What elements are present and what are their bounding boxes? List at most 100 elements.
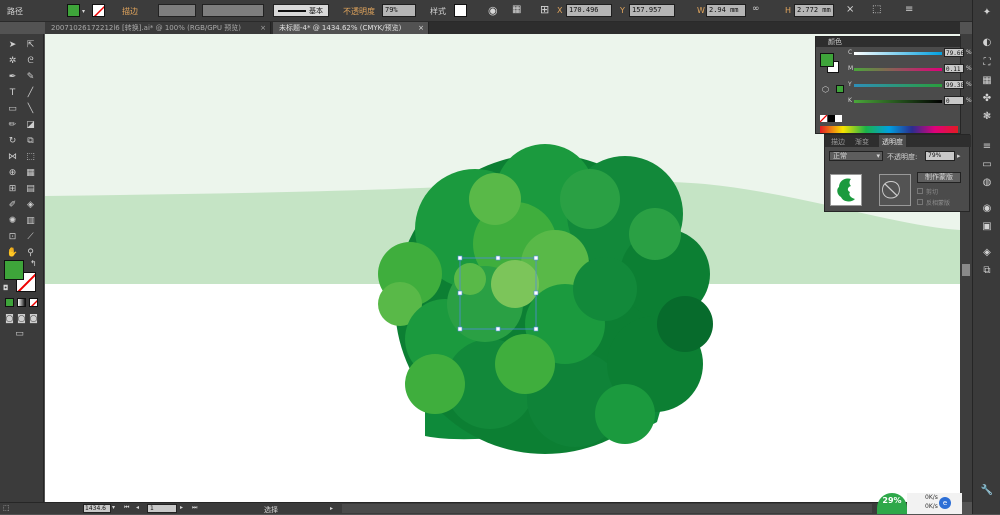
- black-swatch[interactable]: [828, 115, 835, 122]
- close-icon[interactable]: ×: [418, 22, 424, 34]
- out-of-gamut-icon[interactable]: ⬡: [822, 85, 829, 94]
- curvature-icon[interactable]: ✎: [24, 71, 37, 83]
- x-field[interactable]: 170.496: [566, 4, 612, 17]
- y-field[interactable]: 157.957: [629, 4, 675, 17]
- opacity-field[interactable]: 79%: [382, 4, 416, 17]
- status-chevron-icon[interactable]: ▸: [330, 505, 333, 512]
- brushes-icon[interactable]: ✤: [980, 92, 994, 105]
- menu-icon[interactable]: ≡: [905, 4, 913, 15]
- tab-document-1[interactable]: 20071026172212l6 [转换].ai* @ 100% (RGB/GP…: [45, 22, 271, 34]
- line-tool-icon[interactable]: ╱: [24, 87, 37, 99]
- lasso-icon[interactable]: ᘓ: [24, 55, 37, 67]
- tab-gradient[interactable]: 渐变: [855, 137, 869, 147]
- opacity-field[interactable]: 79%: [925, 151, 955, 161]
- pencil-icon[interactable]: ✏: [6, 119, 19, 131]
- default-colors-icon[interactable]: ◘: [3, 284, 9, 292]
- tab-transparency[interactable]: 透明度: [879, 135, 906, 147]
- layer-thumbnail[interactable]: [830, 174, 862, 206]
- cyan-slider[interactable]: [854, 52, 942, 55]
- color-guide-icon[interactable]: ⛶: [980, 56, 994, 69]
- invert-mask-checkbox[interactable]: [917, 199, 923, 205]
- shape-builder-icon[interactable]: ⊕: [6, 167, 19, 179]
- black-slider[interactable]: [854, 100, 942, 103]
- none-swatch[interactable]: [820, 115, 827, 122]
- eraser-icon[interactable]: ◪: [24, 119, 37, 131]
- reference-point-icon[interactable]: ⊞: [540, 3, 549, 16]
- artboards-icon[interactable]: ⧉: [980, 264, 994, 277]
- artboard-number-field[interactable]: 1: [147, 504, 177, 513]
- color-spectrum[interactable]: [820, 126, 958, 133]
- stroke-swatch[interactable]: [92, 4, 105, 17]
- first-artboard-icon[interactable]: ⏮: [124, 504, 129, 512]
- slice-tool-icon[interactable]: ⟋: [24, 231, 37, 243]
- none-mode-icon[interactable]: [29, 298, 38, 307]
- isolate-icon[interactable]: ⬚: [872, 4, 881, 15]
- status-menu-icon[interactable]: ⬚: [3, 504, 10, 512]
- magenta-value[interactable]: 0.11: [944, 64, 964, 73]
- tab-stroke[interactable]: 描边: [831, 137, 845, 147]
- zoom-field[interactable]: 1434.6: [83, 504, 111, 513]
- rotate-icon[interactable]: ↻: [6, 135, 19, 147]
- clip-checkbox[interactable]: [917, 188, 923, 194]
- network-speed-widget[interactable]: 0K/s 0K/s: [907, 493, 962, 514]
- column-graph-icon[interactable]: ▥: [24, 215, 37, 227]
- yellow-slider[interactable]: [854, 84, 942, 87]
- pen-tool-icon[interactable]: ✒: [6, 71, 19, 83]
- swatches-icon[interactable]: ▦: [980, 74, 994, 87]
- type-tool-icon[interactable]: T: [6, 87, 19, 99]
- yellow-value[interactable]: 99.38: [944, 80, 964, 89]
- gamut-swatch[interactable]: [836, 85, 844, 93]
- tab-document-2[interactable]: 未标题-4* @ 1434.62% (CMYK/预览) ×: [273, 22, 429, 34]
- opacity-label[interactable]: 不透明度: [343, 6, 375, 17]
- scale-icon[interactable]: ⧉: [24, 135, 37, 147]
- panel-fill-swatch[interactable]: [820, 53, 834, 67]
- hand-tool-icon[interactable]: ✋: [6, 247, 19, 259]
- rectangle-tool-icon[interactable]: ▭: [6, 103, 19, 115]
- color-panel-icon[interactable]: ◐: [980, 36, 994, 49]
- stroke-label[interactable]: 描边: [122, 6, 138, 17]
- wrench-icon[interactable]: 🔧: [980, 484, 994, 497]
- graphic-style-swatch[interactable]: [454, 4, 467, 17]
- scroll-thumb[interactable]: [962, 264, 970, 276]
- gradient-tool-icon[interactable]: ▤: [24, 183, 37, 195]
- fill-swatch[interactable]: [67, 4, 80, 17]
- layers-icon[interactable]: ◈: [980, 246, 994, 259]
- previous-artboard-icon[interactable]: ◂: [136, 504, 139, 511]
- network-status-icon[interactable]: e: [939, 497, 951, 509]
- last-artboard-icon[interactable]: ⏭: [192, 504, 197, 512]
- graphic-styles-icon[interactable]: ▣: [980, 220, 994, 233]
- horizontal-scrollbar[interactable]: [342, 504, 872, 513]
- make-mask-button[interactable]: 制作蒙版: [917, 172, 961, 183]
- symbol-sprayer-icon[interactable]: ✺: [6, 215, 19, 227]
- height-field[interactable]: 2.772 mm: [794, 4, 834, 17]
- cyan-value[interactable]: 79.66: [944, 48, 964, 57]
- blend-tool-icon[interactable]: ◈: [24, 199, 37, 211]
- direct-selection-icon[interactable]: ⇱: [24, 39, 37, 51]
- selection-tool-icon[interactable]: ➤: [6, 39, 19, 51]
- appearance-icon[interactable]: ◉: [980, 202, 994, 215]
- chevron-right-icon[interactable]: ▸: [957, 152, 961, 160]
- fill-color-box[interactable]: [4, 260, 24, 280]
- mesh-tool-icon[interactable]: ⊞: [6, 183, 19, 195]
- transform-icon[interactable]: ⨯: [846, 4, 854, 15]
- align-icon[interactable]: ▦: [512, 4, 521, 15]
- width-tool-icon[interactable]: ⋈: [6, 151, 19, 163]
- magenta-slider[interactable]: [854, 68, 942, 71]
- artboard-tool-icon[interactable]: ⊡: [6, 231, 19, 243]
- chevron-down-icon[interactable]: ▾: [82, 8, 85, 15]
- next-artboard-icon[interactable]: ▸: [180, 504, 183, 511]
- symbols-icon[interactable]: ❃: [980, 110, 994, 123]
- perspective-icon[interactable]: ▦: [24, 167, 37, 179]
- swap-fill-stroke-icon[interactable]: ↰: [30, 259, 37, 268]
- black-value[interactable]: 0: [944, 96, 964, 105]
- recolor-icon[interactable]: ◉: [488, 4, 498, 17]
- paintbrush-icon[interactable]: ╲: [24, 103, 37, 115]
- free-transform-icon[interactable]: ⬚: [24, 151, 37, 163]
- transparency-panel-icon[interactable]: ◍: [980, 176, 994, 189]
- stroke-panel-icon[interactable]: ≡: [980, 140, 994, 153]
- draw-inside-icon[interactable]: ◙: [27, 313, 40, 325]
- link-icon[interactable]: ∞: [752, 4, 760, 14]
- close-icon[interactable]: ×: [260, 22, 266, 34]
- stroke-weight-dropdown[interactable]: [158, 4, 196, 17]
- gradient-mode-icon[interactable]: [17, 298, 26, 307]
